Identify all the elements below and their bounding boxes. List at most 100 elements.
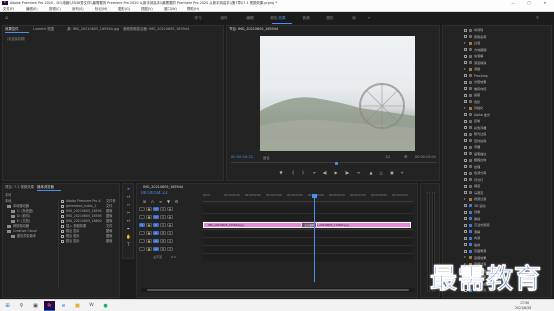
workspace-tab-editing[interactable]: 编辑 bbox=[238, 12, 262, 24]
effects-list-item[interactable]: 纹理 bbox=[464, 165, 480, 170]
effects-folder-row[interactable]: ▾ 调整 bbox=[464, 67, 480, 72]
snap-icon[interactable]: ∩ bbox=[149, 199, 156, 204]
source-patch[interactable] bbox=[139, 231, 145, 235]
wechat-icon[interactable]: ● bbox=[100, 301, 111, 311]
checkbox[interactable] bbox=[464, 178, 467, 181]
checkbox[interactable] bbox=[61, 219, 64, 223]
go-to-in-icon[interactable]: ⇤ bbox=[311, 170, 319, 175]
task-view-icon[interactable]: ▣ bbox=[30, 301, 41, 311]
effects-list-item[interactable]: 块溶解 bbox=[464, 54, 483, 59]
play-icon[interactable]: ▶ bbox=[332, 170, 340, 175]
workspace-tab-assembly[interactable]: 组件 bbox=[212, 12, 236, 24]
effects-folder-row[interactable]: ▾ 视频过渡 bbox=[464, 197, 486, 202]
slip-tool-icon[interactable]: ↔ bbox=[124, 218, 133, 223]
mark-out-icon[interactable]: } bbox=[299, 170, 307, 175]
step-back-icon[interactable]: ◀| bbox=[321, 170, 329, 175]
expand-arrow-icon[interactable]: ▾ bbox=[464, 197, 467, 201]
effects-list-item[interactable]: 粗糙边缘 bbox=[464, 158, 486, 163]
source-patch[interactable]: V1 bbox=[139, 223, 145, 227]
effects-list-item[interactable]: 画笔描边 bbox=[464, 152, 486, 157]
checkbox[interactable] bbox=[464, 145, 467, 149]
go-to-out-icon[interactable]: ⇥ bbox=[354, 170, 362, 175]
source-patch[interactable] bbox=[139, 247, 145, 251]
mute-icon[interactable]: M bbox=[160, 231, 166, 235]
checkbox[interactable] bbox=[464, 35, 467, 38]
timeline-timecode[interactable]: 00:00:04:22 bbox=[141, 191, 168, 196]
effects-list-item[interactable]: Alpha 发光 bbox=[464, 113, 490, 118]
tab-audio-clip-mixer[interactable]: 音频剪辑混合器: IMG_20210605_165944 bbox=[123, 26, 193, 32]
effects-list-item[interactable]: 卷积内核 bbox=[464, 87, 486, 92]
lift-icon[interactable]: ▲ bbox=[367, 170, 375, 175]
search-taskbar-icon[interactable]: ⚲ bbox=[16, 301, 27, 311]
program-scrub-bar[interactable] bbox=[231, 162, 437, 165]
program-timecode-in[interactable]: 00:00:04:22 bbox=[231, 155, 253, 159]
effects-list-item[interactable]: 渐变擦除 bbox=[464, 61, 486, 66]
location-label[interactable]: 本地 bbox=[5, 192, 11, 197]
nest-icon[interactable]: ⊞ bbox=[141, 199, 148, 204]
tab-lumetri-scopes[interactable]: Lumetri 范围 bbox=[33, 26, 63, 32]
button-editor-icon[interactable]: + bbox=[398, 170, 406, 175]
tab-source-monitor[interactable]: 源: IMG_20210605_165944.jpg bbox=[67, 26, 119, 32]
effects-list-item[interactable]: 页面剥落 bbox=[464, 249, 486, 254]
effects-list-item[interactable]: ProcAmp bbox=[464, 74, 488, 79]
resolution-dropdown[interactable]: 1/2 bbox=[385, 155, 390, 159]
effects-list-item[interactable]: 溶解 bbox=[464, 230, 480, 235]
checkbox[interactable] bbox=[464, 223, 467, 227]
checkbox[interactable] bbox=[61, 224, 64, 228]
track-lock-icon[interactable]: 🔒 bbox=[146, 239, 152, 243]
home-icon[interactable]: ⌂ bbox=[5, 15, 8, 21]
export-frame-icon[interactable]: ▣ bbox=[388, 170, 396, 175]
add-marker-icon[interactable]: ▼ bbox=[165, 199, 172, 204]
master-volume-value[interactable]: 0.0 bbox=[171, 255, 176, 259]
scrollbar-thumb[interactable] bbox=[147, 289, 409, 291]
source-patch[interactable] bbox=[139, 207, 145, 211]
checkbox[interactable] bbox=[464, 184, 467, 188]
checkbox[interactable] bbox=[464, 152, 467, 155]
premiere-taskbar-icon[interactable]: Pr bbox=[44, 301, 55, 311]
effects-list-item[interactable]: 闪光灯 bbox=[464, 178, 483, 183]
expand-arrow-icon[interactable]: ▾ bbox=[464, 67, 467, 71]
track-select-tool-icon[interactable]: ↦ bbox=[124, 194, 133, 199]
eye-icon[interactable]: ◉ bbox=[167, 207, 173, 211]
mute-icon[interactable]: M bbox=[160, 239, 166, 243]
checkbox[interactable] bbox=[464, 230, 467, 233]
mute-icon[interactable]: M bbox=[160, 247, 166, 251]
sync-lock-icon[interactable]: ⇅ bbox=[160, 215, 166, 219]
type-tool-icon[interactable]: T bbox=[124, 242, 133, 247]
effects-list-item[interactable]: 划像 bbox=[464, 210, 480, 215]
checkbox[interactable] bbox=[464, 119, 467, 123]
effects-folder-row[interactable]: ▾ 风格化 bbox=[464, 106, 483, 111]
track-lock-icon[interactable]: 🔒 bbox=[146, 207, 152, 211]
timeline-playhead[interactable] bbox=[314, 194, 315, 282]
timeline-track-area[interactable]: IMG_20210605_165944.jpg IMG_20210605_170… bbox=[203, 205, 413, 261]
checkbox[interactable] bbox=[61, 209, 64, 213]
checkbox[interactable] bbox=[61, 229, 64, 233]
effects-list-item[interactable]: 缩放 bbox=[464, 243, 480, 248]
checkbox[interactable] bbox=[464, 93, 467, 97]
tab-project[interactable]: 项目: 7.1 视频效果 bbox=[5, 184, 35, 190]
wrench-icon[interactable]: ⚙ bbox=[404, 154, 408, 159]
step-forward-icon[interactable]: |▶ bbox=[343, 170, 351, 175]
checkbox[interactable] bbox=[464, 48, 467, 51]
edge-icon[interactable]: e bbox=[58, 301, 69, 311]
checkbox[interactable] bbox=[464, 191, 467, 194]
program-playhead[interactable] bbox=[335, 162, 338, 165]
timeline-ruler[interactable]: 00:00 00:00:01:00 00:00:02:00 00:00:03:00 00… bbox=[203, 194, 413, 202]
fit-dropdown[interactable]: 适合 bbox=[263, 155, 270, 160]
search-icon[interactable]: ⚲ bbox=[536, 15, 539, 20]
workspace-tab-effects[interactable]: 效果 bbox=[272, 12, 292, 24]
checkbox[interactable] bbox=[464, 217, 467, 220]
effects-list-item[interactable]: 内滑 bbox=[464, 236, 480, 241]
checkbox[interactable] bbox=[464, 28, 467, 32]
solo-icon[interactable]: S bbox=[167, 247, 173, 251]
track-lock-icon[interactable]: 🔒 bbox=[146, 215, 152, 219]
source-patch[interactable] bbox=[139, 215, 145, 219]
expand-arrow-icon[interactable]: ▾ bbox=[464, 41, 467, 45]
ripple-edit-tool-icon[interactable]: ⇿ bbox=[124, 202, 133, 207]
effects-list-item[interactable]: 色调分离 bbox=[464, 171, 486, 176]
checkbox[interactable] bbox=[464, 158, 467, 162]
workspace-tab-learn[interactable]: 学习 bbox=[186, 12, 210, 24]
effects-list-item[interactable]: 3D 运动 bbox=[464, 204, 486, 209]
timeline-clip[interactable]: IMG_20210605_165944.jpg bbox=[203, 222, 308, 228]
checkbox[interactable] bbox=[464, 165, 467, 168]
